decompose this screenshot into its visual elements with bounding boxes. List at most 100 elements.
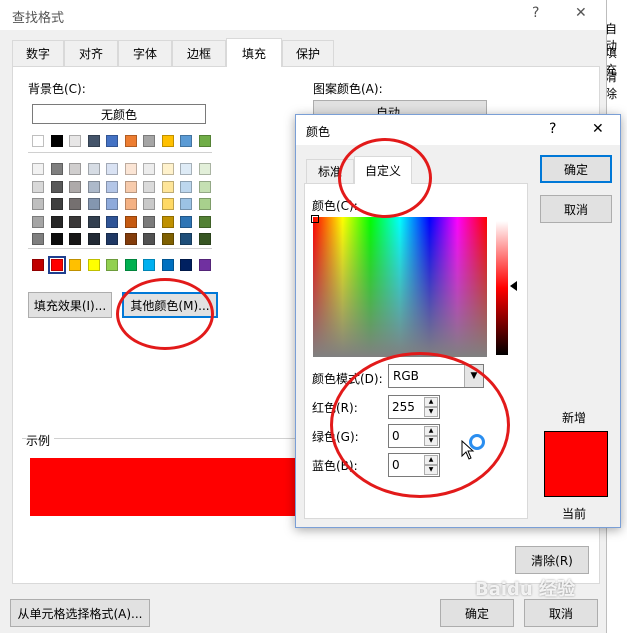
- color-swatch[interactable]: [198, 163, 211, 175]
- color-swatch[interactable]: [198, 135, 211, 147]
- color-swatch[interactable]: [180, 233, 192, 245]
- color-swatch[interactable]: [180, 135, 192, 147]
- color-swatch[interactable]: [124, 135, 137, 147]
- fill-effects-button[interactable]: 填充效果(I)...: [28, 292, 112, 318]
- color-swatch[interactable]: [143, 163, 155, 175]
- luminance-pointer-icon[interactable]: [510, 281, 517, 291]
- color-swatch[interactable]: [143, 180, 155, 193]
- color-swatch[interactable]: [32, 135, 44, 147]
- color-swatch[interactable]: [50, 215, 63, 228]
- color-swatch[interactable]: [69, 259, 81, 271]
- red-stepper[interactable]: 255 ▲ ▼: [388, 395, 440, 419]
- color-spectrum[interactable]: [311, 215, 487, 357]
- color-swatch[interactable]: [69, 163, 81, 175]
- color-swatch[interactable]: [106, 163, 118, 175]
- main-cancel-button[interactable]: 取消: [524, 599, 598, 627]
- color-swatch[interactable]: [106, 135, 118, 147]
- color-swatch[interactable]: [87, 233, 100, 245]
- color-swatch[interactable]: [124, 259, 137, 271]
- color-swatch[interactable]: [161, 215, 174, 228]
- color-swatch[interactable]: [124, 180, 137, 193]
- color-swatch[interactable]: [124, 215, 137, 228]
- color-swatch[interactable]: [32, 233, 44, 245]
- color-ok-button[interactable]: 确定: [540, 155, 612, 183]
- color-swatch[interactable]: [198, 259, 211, 271]
- color-swatch[interactable]: [69, 180, 81, 193]
- tab-font[interactable]: 字体: [118, 40, 172, 66]
- decrement-icon[interactable]: ▼: [424, 436, 438, 446]
- from-cell-button[interactable]: 从单元格选择格式(A)...: [10, 599, 150, 627]
- color-swatch[interactable]: [32, 215, 44, 228]
- color-swatch[interactable]: [69, 215, 81, 228]
- tab-border[interactable]: 边框: [172, 40, 226, 66]
- color-swatch[interactable]: [50, 198, 63, 210]
- color-swatch[interactable]: [161, 163, 174, 175]
- color-swatch[interactable]: [47, 256, 66, 274]
- close-icon[interactable]: ✕: [592, 121, 604, 137]
- tab-protection[interactable]: 保护: [282, 40, 334, 66]
- color-swatch[interactable]: [161, 198, 174, 210]
- color-swatch[interactable]: [161, 135, 174, 147]
- tab-alignment[interactable]: 对齐: [64, 40, 118, 66]
- green-stepper[interactable]: 0 ▲ ▼: [388, 424, 440, 448]
- color-swatch[interactable]: [87, 198, 100, 210]
- tab-custom[interactable]: 自定义: [354, 156, 412, 184]
- color-swatch[interactable]: [161, 180, 174, 193]
- color-swatch[interactable]: [32, 163, 44, 175]
- color-swatch[interactable]: [124, 198, 137, 210]
- blue-stepper[interactable]: 0 ▲ ▼: [388, 453, 440, 477]
- increment-icon[interactable]: ▲: [424, 397, 438, 407]
- color-swatch[interactable]: [180, 198, 192, 210]
- color-swatch[interactable]: [32, 259, 44, 271]
- color-swatch[interactable]: [69, 135, 81, 147]
- decrement-icon[interactable]: ▼: [424, 407, 438, 417]
- color-swatch[interactable]: [106, 180, 118, 193]
- color-swatch[interactable]: [161, 259, 174, 271]
- color-swatch[interactable]: [50, 233, 63, 245]
- increment-icon[interactable]: ▲: [424, 455, 438, 465]
- color-swatch[interactable]: [87, 163, 100, 175]
- color-swatch[interactable]: [106, 259, 118, 271]
- increment-icon[interactable]: ▲: [424, 426, 438, 436]
- color-swatch[interactable]: [180, 163, 192, 175]
- color-swatch[interactable]: [69, 233, 81, 245]
- color-swatch[interactable]: [87, 135, 100, 147]
- decrement-icon[interactable]: ▼: [424, 465, 438, 475]
- tab-standard[interactable]: 标准: [306, 159, 354, 183]
- color-swatch[interactable]: [180, 259, 192, 271]
- color-swatch[interactable]: [143, 198, 155, 210]
- color-swatch[interactable]: [124, 163, 137, 175]
- tab-fill[interactable]: 填充: [226, 38, 282, 67]
- luminance-slider[interactable]: [496, 221, 508, 355]
- color-swatch[interactable]: [143, 259, 155, 271]
- color-swatch[interactable]: [180, 215, 192, 228]
- tab-number[interactable]: 数字: [12, 40, 64, 66]
- color-mode-select[interactable]: RGB ▼: [388, 364, 484, 388]
- more-colors-button[interactable]: 其他颜色(M)...: [122, 292, 218, 318]
- color-swatch[interactable]: [143, 233, 155, 245]
- no-color-button[interactable]: 无颜色: [32, 104, 206, 124]
- color-swatch[interactable]: [180, 180, 192, 193]
- color-swatch[interactable]: [69, 198, 81, 210]
- color-swatch[interactable]: [198, 233, 211, 245]
- color-swatch[interactable]: [32, 180, 44, 193]
- color-swatch[interactable]: [32, 198, 44, 210]
- color-swatch[interactable]: [50, 135, 63, 147]
- color-swatch[interactable]: [198, 180, 211, 193]
- color-swatch[interactable]: [161, 233, 174, 245]
- color-swatch[interactable]: [143, 215, 155, 228]
- color-swatch[interactable]: [87, 180, 100, 193]
- main-ok-button[interactable]: 确定: [440, 599, 514, 627]
- color-cancel-button[interactable]: 取消: [540, 195, 612, 223]
- color-swatch[interactable]: [143, 135, 155, 147]
- clear-button[interactable]: 清除(R): [515, 546, 589, 574]
- color-swatch[interactable]: [87, 215, 100, 228]
- color-swatch[interactable]: [50, 180, 63, 193]
- help-button[interactable]: ?: [532, 5, 539, 21]
- color-swatch[interactable]: [198, 198, 211, 210]
- close-icon[interactable]: ✕: [575, 5, 587, 21]
- color-swatch[interactable]: [87, 259, 100, 271]
- color-swatch[interactable]: [106, 198, 118, 210]
- color-swatch[interactable]: [106, 233, 118, 245]
- help-button[interactable]: ?: [549, 121, 556, 137]
